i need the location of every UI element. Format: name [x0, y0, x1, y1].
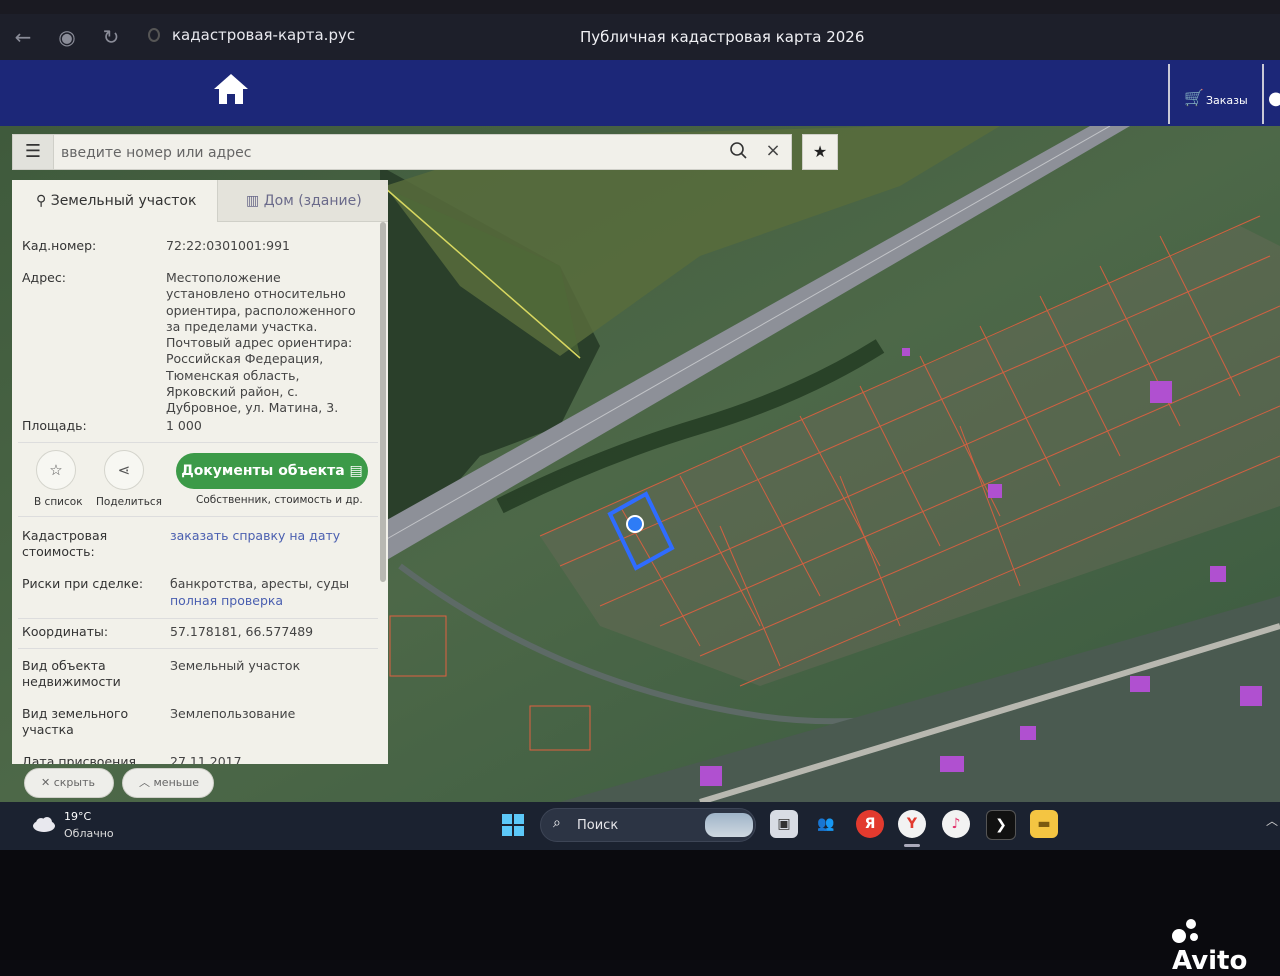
document-icon: ▤	[349, 463, 363, 479]
orders-label: Заказы	[1206, 94, 1248, 107]
screen: ← ◉ ↻ кадастровая-карта.рус Публичная ка…	[0, 0, 1280, 850]
add-to-list-button[interactable]: ☆	[36, 450, 76, 490]
browser-toolbar: ← ◉ ↻ кадастровая-карта.рус Публичная ка…	[0, 14, 1280, 60]
terminal-icon[interactable]: ❯	[986, 810, 1016, 840]
chevron-up-icon[interactable]: ︿	[1266, 812, 1278, 829]
taskbar-search[interactable]: ⌕ Поиск	[540, 808, 756, 842]
risks-label: Риски при сделке:	[22, 576, 144, 591]
search-icon[interactable]	[729, 141, 749, 161]
area-value: 1 000	[166, 418, 202, 433]
site-header: 🛒 Заказы ●	[0, 60, 1280, 126]
object-documents-button[interactable]: Документы объекта ▤	[176, 453, 368, 489]
close-icon[interactable]: ×	[763, 139, 783, 163]
divider	[18, 516, 378, 517]
assign-date-value: 27.11.2017	[170, 754, 242, 764]
browser-tabstrip	[0, 0, 1280, 14]
building-icon: ▥	[246, 193, 264, 209]
divider	[18, 648, 378, 649]
object-documents-label: Документы объекта	[181, 463, 345, 479]
share-icon: ⋖	[117, 461, 131, 479]
cart-icon: 🛒	[1184, 88, 1204, 107]
folder-icon[interactable]: ▬	[1030, 810, 1058, 838]
map-pin-icon: ⚲	[36, 193, 51, 209]
teams-icon[interactable]: 👥	[812, 810, 840, 838]
tab-land-plot[interactable]: ⚲ Земельный участок	[12, 180, 217, 222]
cad-cost-label: Кадастровая стоимость:	[22, 528, 108, 559]
active-app-indicator	[904, 844, 920, 847]
page-title: Публичная кадастровая карта 2026	[580, 28, 865, 46]
panel-tabs: ⚲ Земельный участок ▥ Дом (здание)	[12, 180, 388, 222]
home-icon[interactable]	[212, 72, 250, 106]
search-input[interactable]	[59, 139, 723, 167]
search-icon: ⌕	[553, 815, 561, 831]
divider	[18, 618, 378, 619]
chevron-up-icon: ︿	[139, 776, 154, 789]
search-highlight-image	[705, 813, 753, 837]
info-panel: ⚲ Земельный участок ▥ Дом (здание) Кад.н…	[12, 180, 388, 764]
weather-condition[interactable]: Облачно	[64, 827, 114, 840]
reload-icon[interactable]: ↻	[98, 24, 124, 50]
site-info-icon[interactable]	[148, 28, 160, 42]
add-to-list-label: В список	[34, 496, 83, 508]
address-label: Адрес:	[22, 270, 66, 285]
object-type-label: Вид объекта недвижимости	[22, 658, 121, 689]
coords-value: 57.178181, 66.577489	[170, 624, 314, 639]
hide-panel-button[interactable]: ✕ скрыть	[24, 768, 114, 798]
avito-logo-icon	[1172, 918, 1202, 945]
avito-watermark: Avito	[1172, 916, 1280, 976]
assign-date-label: Дата присвоения	[22, 754, 136, 764]
close-icon: ✕	[41, 776, 54, 789]
taskbar-search-label: Поиск	[577, 818, 619, 833]
full-check-link[interactable]: полная проверка	[170, 593, 366, 609]
cloud-icon[interactable]	[32, 816, 56, 832]
star-outline-icon: ☆	[49, 461, 63, 479]
hide-label: скрыть	[53, 776, 95, 789]
object-documents-subtitle: Собственник, стоимость и др.	[196, 494, 363, 506]
divider	[18, 442, 378, 443]
tab-house[interactable]: ▥ Дом (здание)	[217, 180, 388, 222]
address-value: Местоположение установлено относительно …	[166, 270, 356, 416]
address-bar[interactable]: кадастровая-карта.рус	[172, 26, 355, 44]
task-view-icon[interactable]: ▣	[770, 810, 798, 838]
order-certificate-link[interactable]: заказать справку на дату	[170, 528, 366, 544]
risks-value: банкротства, аресты, суды	[170, 576, 350, 591]
star-icon[interactable]: ★	[802, 134, 838, 170]
music-icon[interactable]: ♪	[942, 810, 970, 838]
tab-land-plot-label: Земельный участок	[50, 193, 197, 209]
shield-icon[interactable]: ◉	[54, 24, 80, 50]
search-bar: ☰ ×	[12, 134, 792, 170]
coords-label: Координаты:	[22, 624, 109, 639]
area-label: Площадь:	[22, 418, 87, 433]
show-less-button[interactable]: ︿ меньше	[122, 768, 214, 798]
cad-number-label: Кад.номер:	[22, 238, 97, 253]
panel-scrollbar[interactable]	[380, 222, 386, 582]
less-label: меньше	[153, 776, 200, 789]
weather-temp[interactable]: 19°C	[64, 810, 91, 823]
yandex-icon[interactable]: Я	[856, 810, 884, 838]
monitor-bezel	[0, 850, 1280, 960]
land-type-value: Землепользование	[170, 706, 296, 721]
share-button[interactable]: ⋖	[104, 450, 144, 490]
user-icon[interactable]: ●	[1268, 88, 1280, 109]
object-type-value: Земельный участок	[170, 658, 301, 673]
orders-button[interactable]: 🛒 Заказы	[1168, 64, 1264, 124]
share-label: Поделиться	[96, 496, 162, 508]
avito-text: Avito	[1172, 946, 1248, 976]
taskbar: 19°C Облачно ⌕ Поиск ▣ 👥 Я Y ♪ ❯ ▬ ︿	[0, 802, 1280, 850]
cad-number-value: 72:22:0301001:991	[166, 238, 290, 253]
back-icon[interactable]: ←	[10, 24, 36, 50]
menu-icon[interactable]: ☰	[13, 135, 54, 169]
tab-house-label: Дом (здание)	[263, 193, 362, 209]
land-type-label: Вид земельного участка	[22, 706, 129, 737]
yandex-browser-icon[interactable]: Y	[898, 810, 926, 838]
windows-start-icon[interactable]	[502, 814, 524, 836]
